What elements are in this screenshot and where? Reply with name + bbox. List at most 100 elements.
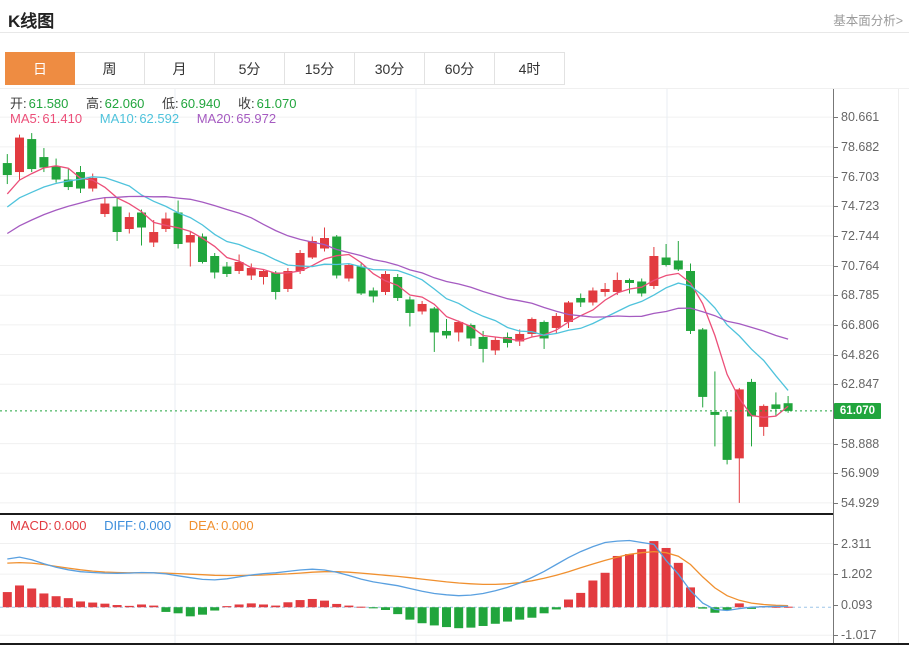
macd-bar [320,600,329,608]
candle-body [161,218,171,230]
candle-body [612,279,622,292]
macd-bar [210,607,220,611]
y-axis-tick-label: 80.661 [841,110,880,124]
tab-周[interactable]: 周 [75,52,145,85]
y-axis-tick-label: 66.806 [841,318,880,332]
macd-value: 0.000 [53,518,87,533]
macd-bar [307,598,317,608]
y-axis-tick-mark [833,117,838,118]
tab-4时[interactable]: 4时 [495,52,565,85]
macd-bar [76,601,85,608]
y-axis-tick-mark [833,384,838,385]
candle-body [27,139,37,170]
y-axis-tick-label: 56.909 [841,466,880,480]
macd-bar [246,603,256,608]
candle-body [51,166,61,180]
tab-5分[interactable]: 5分 [215,52,285,85]
y-axis-tick-mark [833,236,838,237]
macd-bar [466,607,476,628]
candle-body [344,264,354,279]
candle-body [124,217,134,230]
macd-bar [51,596,61,608]
dea-line [7,550,789,607]
candle-body [368,290,378,297]
macd-bar [15,585,24,608]
macd-bar [173,607,183,614]
y-axis-tick-label: -1.017 [841,628,877,642]
y-axis-tick-mark [833,266,838,267]
macd-bar [271,605,281,608]
macd-bar [454,607,464,629]
y-axis-tick-label: 74.723 [841,199,880,213]
tab-60分[interactable]: 60分 [425,52,495,85]
y-axis-tick-mark [833,206,838,207]
candle-body [551,315,561,328]
candle-body [2,163,12,176]
y-axis-tick-mark [833,605,838,606]
macd-bar [368,607,378,609]
macd-bar [112,605,122,608]
ma20-line [6,195,789,340]
y-axis-tick-label: 76.703 [841,170,880,184]
main-chart-canvas[interactable] [0,89,833,514]
macd-bar [295,600,305,608]
low-label: 低: [162,96,179,111]
macd-bar [588,580,598,608]
y-axis-tick-label: 58.888 [841,437,880,451]
tab-日[interactable]: 日 [5,52,75,85]
macd-bar [576,592,586,608]
y-axis-tick-mark [833,574,838,575]
y-axis-tick-label: 72.744 [841,229,880,243]
candle-body [271,272,281,292]
dea-value: 0.000 [221,518,254,533]
y-axis-tick-mark [833,635,838,636]
tab-30分[interactable]: 30分 [355,52,425,85]
macd-bar [124,605,134,608]
candle-body [210,256,220,273]
candle-body [295,253,305,271]
high-label: 高: [86,96,103,111]
candle-body [710,411,720,415]
tab-15分[interactable]: 15分 [285,52,355,85]
y-axis-tick-mark [833,473,838,474]
ohlc-legend: 开: 61.580 高: 62.060 低: 60.940 收: 61.070 [10,93,298,112]
macd-bar [442,607,451,628]
candle-body [698,329,708,397]
macd-bar [490,607,500,624]
y-axis-tick-mark [833,444,838,445]
fundamental-analysis-link[interactable]: 基本面分析> [833,10,903,29]
current-price-badge: 61.070 [834,403,881,419]
y-axis-tick-mark [833,503,838,504]
open-value: 61.580 [28,96,69,111]
macd-bar [2,592,12,608]
macd-bar [637,549,647,608]
candle-body [454,321,464,333]
tab-月[interactable]: 月 [145,52,215,85]
y-axis-tick-label: 78.682 [841,140,880,154]
candle-body [39,157,49,168]
macd-bar [198,607,207,615]
macd-bar [600,572,610,608]
macd-bar [185,607,195,617]
candle-body [149,232,159,243]
macd-bar [137,604,146,608]
macd-bar [515,607,525,620]
macd-bar [39,593,49,608]
y-axis-tick-mark [833,177,838,178]
y-axis-tick-label: 62.847 [841,377,880,391]
macd-bar [698,607,708,609]
header-divider [0,32,909,33]
candle-body [222,266,232,274]
chart-widget: 开: 61.580 高: 62.060 低: 60.940 收: 61.070 MA5:… [0,88,909,646]
candle-body [15,137,24,173]
macd-bar [551,607,561,610]
dea-label: DEA: [188,518,220,533]
macd-bar [429,607,439,626]
candle-body [673,260,683,270]
macd-bar [539,607,549,614]
candle-body [734,389,744,459]
macd-bar [283,602,293,608]
macd-bar [27,588,37,608]
macd-canvas[interactable] [0,516,833,645]
candle-body [625,279,634,283]
